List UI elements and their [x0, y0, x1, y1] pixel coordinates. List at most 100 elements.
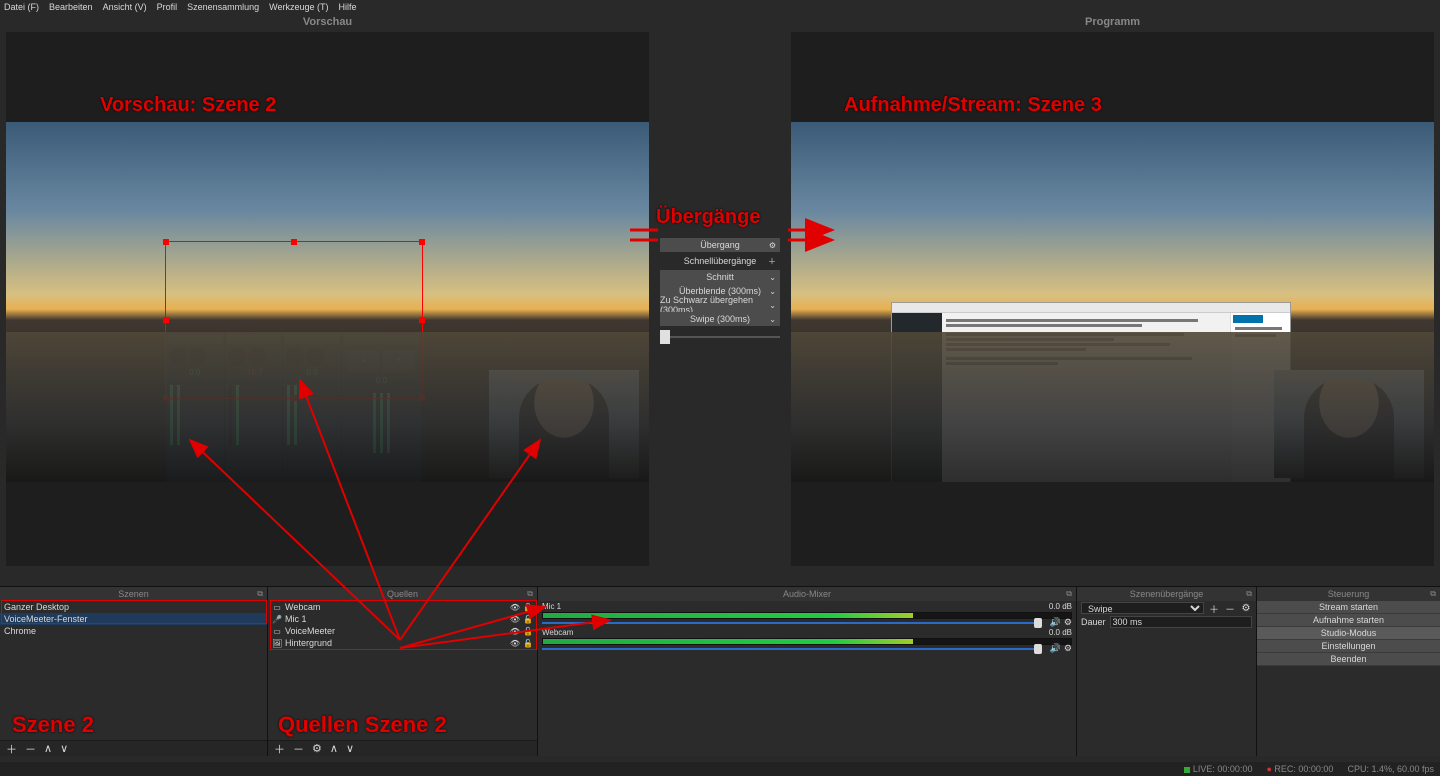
audio-mixer-dock: Audio-Mixer ⧉ Mic 10.0 dB🔊⚙Webcam0.0 dB🔊… [538, 587, 1077, 756]
menu-item[interactable]: Ansicht (V) [103, 2, 147, 12]
add-icon[interactable]: ＋ [6, 741, 17, 757]
mixer-list: Mic 10.0 dB🔊⚙Webcam0.0 dB🔊⚙ [538, 601, 1076, 756]
popout-icon[interactable]: ⧉ [1246, 589, 1252, 599]
speaker-icon[interactable]: 🔊 [1050, 643, 1061, 654]
tbar-slider[interactable] [660, 332, 780, 342]
chevron-down-icon[interactable]: ⌄ [769, 301, 776, 310]
quick-transitions-label: Schnellübergänge ＋ [660, 254, 780, 268]
scene-row[interactable]: Chrome [0, 625, 267, 637]
program-side: Programm [785, 14, 1440, 572]
remove-icon[interactable]: － [25, 741, 36, 757]
mixer-channel: Mic 1 0.0 dB 🔊⚙ [538, 601, 1076, 627]
scene-row[interactable]: Ganzer Desktop [0, 601, 267, 613]
source-label: Webcam [285, 602, 320, 612]
control-button[interactable]: Aufnahme starten [1257, 614, 1440, 627]
lock-icon[interactable]: 🔓 [523, 627, 533, 636]
menu-item[interactable]: Datei (F) [4, 2, 39, 12]
sources-dock-title: Quellen ⧉ [268, 587, 537, 601]
program-title: Programm [785, 14, 1440, 32]
visibility-icon[interactable]: 👁 [510, 627, 520, 636]
remove-icon[interactable]: － [293, 741, 304, 757]
volume-slider[interactable]: 🔊⚙ [542, 620, 1072, 626]
lock-icon[interactable]: 🔓 [523, 603, 533, 612]
menu-item[interactable]: Hilfe [339, 2, 357, 12]
popout-icon[interactable]: ⧉ [527, 589, 533, 599]
sources-dock: Quellen ⧉ ▭Webcam👁🔓🎤Mic 1👁🔓▭VoiceMeeter👁… [268, 587, 538, 756]
status-cpu: CPU: 1.4%, 60.00 fps [1347, 764, 1434, 774]
popout-icon[interactable]: ⧉ [257, 589, 263, 599]
source-type-icon: 🖼 [272, 639, 282, 648]
popout-icon[interactable]: ⧉ [1066, 589, 1072, 599]
webcam-source-preview[interactable] [489, 370, 639, 478]
studio-row: Vorschau 0.0 -15.7 [0, 14, 1440, 572]
duration-input[interactable] [1110, 616, 1252, 628]
lock-icon[interactable]: 🔓 [523, 615, 533, 624]
source-row[interactable]: 🖼Hintergrund👁🔓 [268, 637, 537, 649]
menu-item[interactable]: Bearbeiten [49, 2, 93, 12]
transition-select[interactable]: Swipe [1081, 602, 1204, 614]
visibility-icon[interactable]: 👁 [510, 639, 520, 648]
up-icon[interactable]: ∧ [330, 742, 338, 755]
transition-button[interactable]: Übergang ⚙ [660, 238, 780, 252]
channel-db: 0.0 dB [1049, 628, 1072, 637]
scenes-list[interactable]: Ganzer DesktopVoiceMeeter-FensterChrome [0, 601, 267, 740]
chevron-down-icon[interactable]: ⌄ [769, 273, 776, 282]
bottom-docks: Szenen ⧉ Ganzer DesktopVoiceMeeter-Fenst… [0, 586, 1440, 756]
gear-icon[interactable]: ⚙ [769, 241, 776, 250]
quick-transition-item[interactable]: Schnitt⌄ [660, 270, 780, 284]
speaker-icon[interactable]: 🔊 [1050, 617, 1061, 628]
webcam-source-program [1274, 370, 1424, 478]
menu-item[interactable]: Werkzeuge (T) [269, 2, 328, 12]
popout-icon[interactable]: ⧉ [1430, 589, 1436, 599]
status-live: LIVE: 00:00:00 [1184, 764, 1253, 774]
down-icon[interactable]: ∨ [60, 742, 68, 755]
lock-icon[interactable]: 🔓 [523, 639, 533, 648]
preview-title: Vorschau [0, 14, 655, 32]
gear-icon[interactable]: ⚙ [312, 742, 322, 755]
channel-name: Webcam [542, 628, 573, 637]
add-icon[interactable]: ＋ [274, 741, 285, 757]
channel-name: Mic 1 [542, 602, 561, 611]
up-icon[interactable]: ∧ [44, 742, 52, 755]
preview-scene[interactable]: 0.0 -15.7 0.0 [6, 122, 649, 482]
status-rec: ● REC: 00:00:00 [1266, 764, 1333, 774]
visibility-icon[interactable]: 👁 [510, 615, 520, 624]
source-row[interactable]: ▭Webcam👁🔓 [268, 601, 537, 613]
remove-icon[interactable]: － [1224, 601, 1236, 616]
channel-db: 0.0 dB [1049, 602, 1072, 611]
browser-window-source [891, 302, 1291, 482]
plus-icon[interactable]: ＋ [1208, 601, 1220, 616]
source-type-icon: 🎤 [272, 615, 282, 624]
sources-list[interactable]: ▭Webcam👁🔓🎤Mic 1👁🔓▭VoiceMeeter👁🔓🖼Hintergr… [268, 601, 537, 740]
visibility-icon[interactable]: 👁 [510, 603, 520, 612]
source-row[interactable]: 🎤Mic 1👁🔓 [268, 613, 537, 625]
down-icon[interactable]: ∨ [346, 742, 354, 755]
gear-icon[interactable]: ⚙ [1240, 603, 1252, 614]
quick-transition-item[interactable]: Swipe (300ms)⌄ [660, 312, 780, 326]
preview-side: Vorschau 0.0 -15.7 [0, 14, 655, 572]
scenes-toolbar: ＋ － ∧ ∨ [0, 740, 267, 756]
source-label: VoiceMeeter [285, 626, 335, 636]
selection-outline [165, 241, 423, 399]
scene-row[interactable]: VoiceMeeter-Fenster [0, 613, 267, 625]
source-row[interactable]: ▭VoiceMeeter👁🔓 [268, 625, 537, 637]
control-button[interactable]: Einstellungen [1257, 640, 1440, 653]
transition-button-label: Übergang [700, 240, 740, 250]
quick-transition-item[interactable]: Zu Schwarz übergehen (300ms)⌄ [660, 298, 780, 312]
voicemeeter-source[interactable]: 0.0 -15.7 0.0 [166, 332, 422, 482]
control-button[interactable]: Stream starten [1257, 601, 1440, 614]
menu-bar: Datei (F) Bearbeiten Ansicht (V) Profil Szen… [0, 0, 1440, 14]
gear-icon[interactable]: ⚙ [1064, 643, 1072, 654]
plus-icon[interactable]: ＋ [768, 256, 776, 267]
mixer-dock-title: Audio-Mixer ⧉ [538, 587, 1076, 601]
control-button[interactable]: Studio-Modus [1257, 627, 1440, 640]
gear-icon[interactable]: ⚙ [1064, 617, 1072, 628]
menu-item[interactable]: Szenensammlung [187, 2, 259, 12]
control-button[interactable]: Beenden [1257, 653, 1440, 666]
chevron-down-icon[interactable]: ⌄ [769, 315, 776, 324]
volume-slider[interactable]: 🔊⚙ [542, 646, 1072, 652]
menu-item[interactable]: Profil [157, 2, 178, 12]
scene-transitions-dock: Szenenübergänge ⧉ Swipe ＋ － ⚙ Dauer [1077, 587, 1257, 756]
preview-viewport[interactable]: 0.0 -15.7 0.0 [6, 32, 649, 566]
scenes-dock-title: Szenen ⧉ [0, 587, 267, 601]
